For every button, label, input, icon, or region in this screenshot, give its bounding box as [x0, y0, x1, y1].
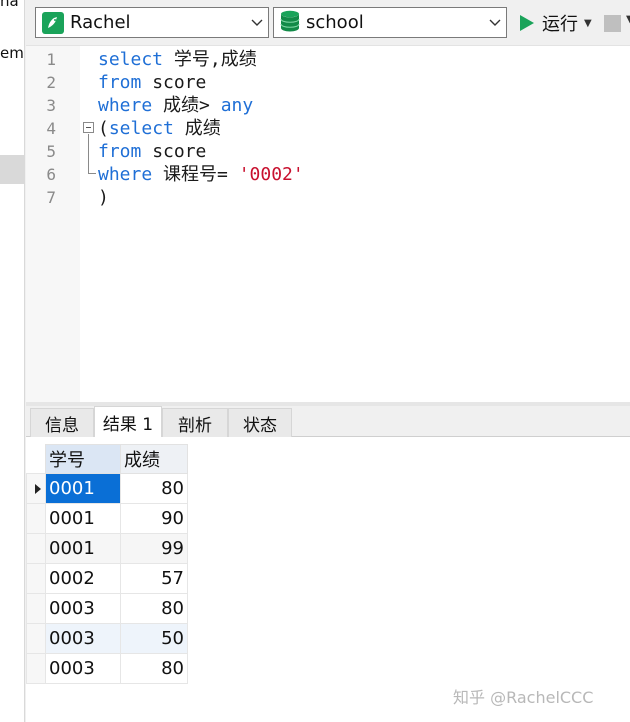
table-header-row: 学号 成绩 — [26, 444, 188, 474]
table-row[interactable]: 0002 57 — [26, 563, 188, 594]
stop-dropdown-icon[interactable]: ▼ — [626, 14, 630, 25]
code-line[interactable]: ) — [98, 186, 304, 209]
code-line[interactable]: (select 成绩 — [98, 117, 304, 140]
line-number: 4 — [46, 119, 56, 138]
line-number: 5 — [46, 142, 56, 161]
database-select[interactable]: school — [273, 7, 507, 38]
cell-student-id[interactable]: 0003 — [45, 623, 121, 654]
sql-text: 学号,成绩 — [163, 49, 257, 70]
line-number: 3 — [46, 96, 56, 115]
result-tabs: 信息 结果 1 剖析 状态 — [26, 406, 630, 437]
sql-text: ( — [98, 118, 109, 139]
sql-text: 课程号= — [152, 164, 239, 185]
sql-text: score — [141, 72, 207, 93]
code-line[interactable]: select 学号,成绩 — [98, 48, 304, 71]
chevron-down-icon[interactable] — [484, 8, 506, 37]
sql-text: ) — [98, 187, 109, 208]
code-line[interactable]: where 课程号= '0002' — [98, 163, 304, 186]
fold-toggle-icon[interactable] — [83, 122, 94, 133]
stop-icon[interactable] — [604, 15, 621, 32]
row-indicator[interactable] — [26, 593, 46, 624]
sql-keyword: where — [98, 164, 153, 185]
result-grid: 学号 成绩 0001 80 0001 90 0001 99 0002 57 0003 80 0003… — [26, 437, 630, 722]
table-row[interactable]: 0003 80 — [26, 653, 188, 684]
table-row[interactable]: 0001 99 — [26, 533, 188, 564]
result-table: 学号 成绩 0001 80 0001 90 0001 99 0002 57 0003 80 0003… — [26, 444, 188, 684]
sql-editor[interactable]: 1234567 select 学号,成绩 from score where 成绩> … — [26, 46, 630, 402]
row-indicator[interactable] — [26, 563, 46, 594]
cell-score[interactable]: 99 — [120, 533, 188, 564]
table-row[interactable]: 0003 80 — [26, 593, 188, 624]
connection-label: Rachel — [70, 12, 131, 33]
row-indicator-header — [26, 444, 46, 474]
query-toolbar: Rachel school 运行 ▼ ▼ — [26, 0, 630, 46]
row-indicator[interactable] — [26, 623, 46, 654]
sql-code[interactable]: select 学号,成绩 from score where 成绩> any (sele… — [98, 48, 304, 209]
cell-student-id[interactable]: 0001 — [45, 533, 121, 564]
line-number-gutter: 1 2 3 4 5 6 7 — [26, 46, 80, 402]
cell-student-id[interactable]: 0003 — [45, 653, 121, 684]
tab-profile[interactable]: 剖析 — [162, 408, 228, 437]
run-label: 运行 — [542, 14, 578, 35]
connection-icon — [42, 11, 64, 34]
cell-score[interactable]: 80 — [120, 653, 188, 684]
cell-score[interactable]: 80 — [120, 473, 188, 504]
cell-student-id[interactable]: 0003 — [45, 593, 121, 624]
navicat-window: na ema Rachel school — [0, 0, 630, 722]
play-icon — [520, 15, 534, 31]
sql-string: '0002' — [238, 164, 304, 185]
current-row-arrow-icon — [35, 484, 41, 494]
cell-score[interactable]: 90 — [120, 503, 188, 534]
tab-info[interactable]: 信息 — [30, 408, 94, 437]
run-dropdown-icon[interactable]: ▼ — [584, 18, 592, 29]
cell-student-id[interactable]: 0002 — [45, 563, 121, 594]
sidebar-item-fragment[interactable]: na — [0, 0, 19, 10]
sidebar-selected-item[interactable] — [0, 155, 24, 184]
sql-keyword: any — [220, 95, 254, 116]
column-header-student-id[interactable]: 学号 — [45, 444, 121, 474]
sql-keyword: from — [98, 72, 142, 93]
line-number: 6 — [46, 165, 56, 184]
row-indicator[interactable] — [26, 473, 46, 504]
line-number: 2 — [46, 73, 56, 92]
column-header-score[interactable]: 成绩 — [120, 444, 188, 474]
cell-score[interactable]: 57 — [120, 563, 188, 594]
connection-select[interactable]: Rachel — [35, 7, 269, 38]
database-icon — [280, 10, 300, 36]
chevron-down-icon[interactable] — [246, 8, 268, 37]
cell-student-id[interactable]: 0001 — [45, 503, 121, 534]
object-sidebar: na ema — [0, 0, 25, 722]
line-number: 7 — [46, 188, 56, 207]
cell-score[interactable]: 80 — [120, 593, 188, 624]
cell-score[interactable]: 50 — [120, 623, 188, 654]
code-line[interactable]: from score — [98, 140, 304, 163]
line-number: 1 — [46, 50, 56, 69]
table-row[interactable]: 0003 50 — [26, 623, 188, 654]
cell-student-id[interactable]: 0001 — [45, 473, 121, 504]
code-line[interactable]: where 成绩> any — [98, 94, 304, 117]
run-button[interactable]: 运行 ▼ — [518, 8, 592, 38]
sql-keyword: from — [98, 141, 142, 162]
sql-keyword: select — [98, 49, 164, 70]
fold-guide — [88, 134, 89, 174]
sql-keyword: where — [98, 95, 153, 116]
code-line[interactable]: from score — [98, 71, 304, 94]
table-row[interactable]: 0001 80 — [26, 473, 188, 504]
fold-guide-end — [88, 173, 96, 174]
sql-text: 成绩> — [152, 95, 221, 116]
tab-result-1[interactable]: 结果 1 — [94, 406, 162, 437]
row-indicator[interactable] — [26, 533, 46, 564]
row-indicator[interactable] — [26, 653, 46, 684]
sidebar-item-fragment[interactable]: ema — [0, 44, 24, 62]
sql-keyword: select — [108, 118, 174, 139]
row-indicator[interactable] — [26, 503, 46, 534]
tab-status[interactable]: 状态 — [228, 408, 292, 437]
sql-text: score — [141, 141, 207, 162]
table-row[interactable]: 0001 90 — [26, 503, 188, 534]
database-label: school — [306, 12, 364, 33]
sql-text: 成绩 — [173, 118, 221, 139]
watermark: 知乎 @RachelCCC — [453, 688, 594, 707]
